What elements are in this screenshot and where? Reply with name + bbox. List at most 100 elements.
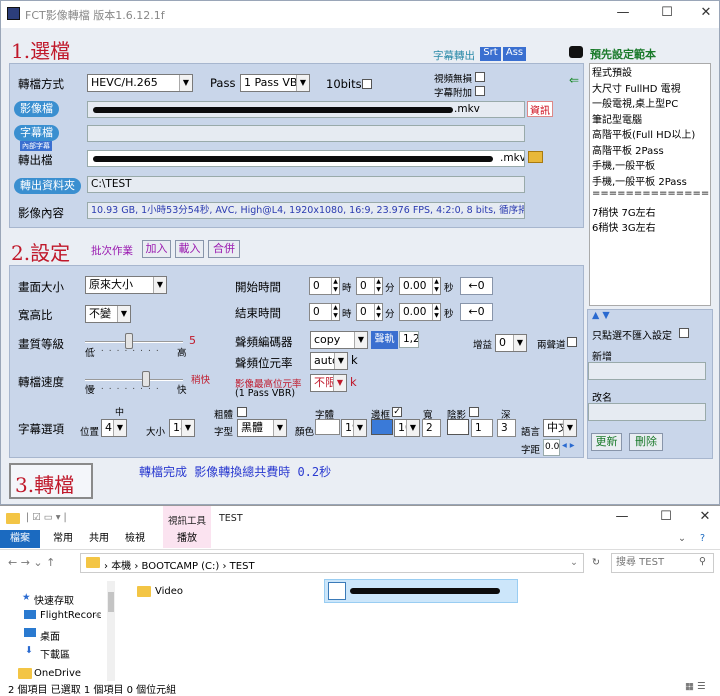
- only-selected-checkbox[interactable]: [679, 328, 689, 338]
- explorer-minimize-button[interactable]: —: [607, 509, 637, 527]
- shadow-color-swatch[interactable]: [447, 419, 469, 435]
- arrow-left-icon[interactable]: ⇐: [569, 73, 579, 87]
- help-icon[interactable]: ?: [700, 533, 705, 544]
- codec-select[interactable]: HEVC/H.265 ▼: [87, 74, 193, 92]
- start-reset-button[interactable]: ←0: [460, 277, 493, 295]
- tab-view[interactable]: 檢視: [120, 530, 150, 548]
- minimize-button[interactable]: —: [608, 5, 638, 23]
- quick-toolbar[interactable]: | ☑ ▭ ▾ |: [26, 512, 67, 523]
- tab-file[interactable]: 檔案: [0, 530, 40, 548]
- pass-select[interactable]: 1 Pass VBR ▼: [240, 74, 310, 92]
- font-color-select[interactable]: 19 ▼: [341, 419, 367, 437]
- preset-item[interactable]: 6稍快 3G左右: [590, 219, 710, 235]
- spacing-arrows-icon[interactable]: ◂ ▸: [562, 440, 575, 451]
- nav-arrows-icon[interactable]: ← → ⌄ ↑: [8, 556, 55, 569]
- add-button[interactable]: 加入: [142, 240, 171, 258]
- depth-spin[interactable]: 3: [497, 419, 516, 437]
- preset-item[interactable]: 高階平板(Full HD以上): [590, 126, 710, 142]
- spacing-value[interactable]: 0.0: [543, 439, 560, 456]
- subtitle-file-button[interactable]: 字幕檔: [14, 125, 59, 141]
- start-minute-spin[interactable]: 0 ▲ ▼: [356, 277, 383, 295]
- tab-home[interactable]: 常用: [48, 530, 78, 548]
- view-toggle-icons[interactable]: ▦ ☰: [685, 681, 706, 692]
- preset-item[interactable]: 手機,一般平板: [590, 157, 710, 173]
- preset-item[interactable]: 手機,一般平板 2Pass: [590, 173, 710, 189]
- sub-attach-checkbox[interactable]: [475, 86, 485, 96]
- move-arrows-icon[interactable]: ▲ ▼: [592, 310, 610, 321]
- speed-slider[interactable]: [142, 371, 150, 387]
- preset-item[interactable]: 高階平板 2Pass: [590, 142, 710, 158]
- address-dropdown-icon[interactable]: ⌄: [570, 557, 578, 568]
- info-button[interactable]: 資訊: [527, 101, 553, 117]
- border-color-swatch[interactable]: [371, 419, 393, 435]
- rename-input[interactable]: [588, 403, 706, 421]
- refresh-icon[interactable]: ↻: [592, 557, 600, 568]
- tab-play[interactable]: 播放: [163, 530, 211, 548]
- bits-checkbox[interactable]: [362, 79, 372, 89]
- breadcrumb-drive[interactable]: BOOTCAMP (C:): [142, 561, 220, 572]
- end-minute-spin[interactable]: 0 ▲ ▼: [356, 303, 383, 321]
- channel-value[interactable]: 1,2: [399, 331, 419, 348]
- nav-scroll-thumb[interactable]: [108, 592, 114, 612]
- start-hour-spin[interactable]: 0 ▲ ▼: [309, 277, 340, 295]
- shadow-spin[interactable]: 1: [471, 419, 493, 437]
- tab-share[interactable]: 共用: [84, 530, 114, 548]
- ass-button[interactable]: Ass: [503, 47, 526, 61]
- sub-size-select[interactable]: 18 ▼: [169, 419, 195, 437]
- font-select[interactable]: 黑體 ▼: [237, 419, 287, 437]
- close-button[interactable]: ✕: [691, 5, 720, 23]
- merge-button[interactable]: 合併: [208, 240, 240, 258]
- end-second-spin[interactable]: 0.00 ▲ ▼: [399, 303, 441, 321]
- border-checkbox[interactable]: ✓: [392, 407, 402, 417]
- end-reset-button[interactable]: ←0: [460, 303, 493, 321]
- width-spin[interactable]: 2: [422, 419, 441, 437]
- start-second-spin[interactable]: 0.00 ▲ ▼: [399, 277, 441, 295]
- gain-select[interactable]: 0 ▼: [495, 334, 527, 352]
- output-folder-button[interactable]: 轉出資料夾: [14, 178, 81, 194]
- preset-item[interactable]: ==============: [590, 188, 710, 204]
- preset-item[interactable]: 一般電視,桌上型PC: [590, 95, 710, 111]
- audio-encoder-select[interactable]: copy ▼: [310, 331, 368, 349]
- subtitle-file-input[interactable]: [87, 125, 525, 142]
- explorer-close-button[interactable]: ✕: [690, 509, 720, 527]
- update-button[interactable]: 更新: [591, 433, 622, 451]
- srt-button[interactable]: Srt: [480, 47, 501, 61]
- nav-item-downloads[interactable]: 下載區: [40, 646, 70, 661]
- presets-list[interactable]: 程式預設 大尺寸 FullHD 電視 一般電視,桌上型PC 筆記型電腦 高階平板…: [589, 63, 711, 306]
- nav-item-desktop[interactable]: 桌面: [40, 628, 60, 643]
- quality-slider[interactable]: [125, 333, 133, 349]
- delete-button[interactable]: 刪除: [629, 433, 663, 451]
- nav-item-flightrecorder[interactable]: FlightRecorc: [40, 610, 102, 621]
- video-lossless-checkbox[interactable]: [475, 72, 485, 82]
- load-button[interactable]: 載入: [175, 240, 204, 258]
- output-folder-input[interactable]: C:\TEST: [87, 176, 525, 193]
- bold-checkbox[interactable]: [237, 407, 247, 417]
- preset-item[interactable]: 大尺寸 FullHD 電視: [590, 80, 710, 96]
- video-file-button[interactable]: 影像檔: [14, 101, 59, 117]
- audio-bitrate-select[interactable]: auto ▼: [310, 352, 348, 370]
- video-folder-item[interactable]: Video: [155, 586, 183, 597]
- ribbon-expand-icon[interactable]: ⌄: [678, 533, 686, 544]
- size-select[interactable]: 原來大小 ▼: [85, 276, 167, 294]
- lang-select[interactable]: 中文 ▼: [543, 419, 577, 437]
- preset-item[interactable]: 程式預設: [590, 64, 710, 80]
- aspect-select[interactable]: 不變 ▼: [85, 305, 131, 323]
- quick-access-item[interactable]: 快速存取: [34, 592, 74, 607]
- video-max-select[interactable]: 不限 ▼: [310, 374, 347, 392]
- nav-item-onedrive[interactable]: OneDrive: [34, 668, 81, 679]
- font-color-swatch[interactable]: [315, 419, 340, 435]
- breadcrumb-test[interactable]: TEST: [230, 561, 255, 572]
- maximize-button[interactable]: ☐: [652, 5, 682, 23]
- end-hour-spin[interactable]: 0 ▲ ▼: [309, 303, 340, 321]
- dual-channel-checkbox[interactable]: [567, 337, 577, 347]
- preset-item[interactable]: 筆記型電腦: [590, 111, 710, 127]
- preset-item[interactable]: 7稍快 7G左右: [590, 204, 710, 220]
- channel-button[interactable]: 聲軌: [371, 331, 398, 349]
- internal-subtitle-badge[interactable]: 內部字幕: [20, 141, 52, 151]
- folder-open-icon[interactable]: [528, 151, 543, 163]
- border-color-select[interactable]: 102▼: [394, 419, 420, 437]
- breadcrumb-pc[interactable]: 本機: [111, 561, 131, 572]
- pos-select[interactable]: 4 ▼: [101, 419, 127, 437]
- explorer-maximize-button[interactable]: ☐: [651, 509, 681, 527]
- new-preset-input[interactable]: [588, 362, 706, 380]
